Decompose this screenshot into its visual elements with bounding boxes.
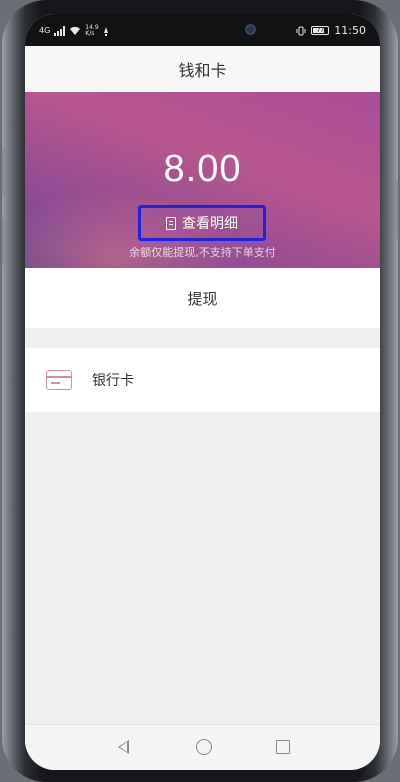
home-circle-icon[interactable] (196, 739, 212, 755)
card-icon (46, 370, 72, 390)
title-bar: 钱和卡 (25, 46, 380, 92)
view-details-label: 查看明细 (182, 216, 238, 232)
notification-icon (103, 26, 108, 36)
document-icon (166, 216, 176, 230)
balance-amount: 8.00 (163, 148, 242, 190)
signal-icon (54, 26, 66, 36)
screen: 4G 14.9 K/s 77 11:50 钱和卡 8.00 查看明细 余额仅能提… (25, 14, 380, 770)
phone-frame: 4G 14.9 K/s 77 11:50 钱和卡 8.00 查看明细 余额仅能提… (2, 0, 398, 782)
wifi-icon (70, 26, 81, 35)
power-button (394, 180, 398, 240)
back-triangle-icon[interactable] (118, 740, 129, 754)
balance-hero: 8.00 查看明细 余额仅能提现,不支持下单支付 (25, 92, 380, 268)
withdraw-label: 提现 (187, 289, 218, 308)
status-bar: 4G 14.9 K/s 77 11:50 (25, 14, 380, 46)
battery-level: 77 (316, 27, 325, 34)
vibrate-icon (296, 26, 306, 35)
recent-square-icon[interactable] (276, 740, 290, 754)
navigation-bar (25, 724, 380, 770)
withdraw-button[interactable]: 提现 (25, 268, 380, 328)
front-camera (245, 24, 256, 35)
bank-card-label: 银行卡 (92, 373, 134, 389)
volume-up-button (2, 148, 6, 196)
status-right: 77 11:50 (296, 24, 366, 37)
status-left: 4G 14.9 K/s (39, 25, 109, 37)
bank-card-item[interactable]: 银行卡 (25, 348, 380, 412)
clock: 11:50 (334, 24, 366, 37)
volume-down-button (2, 218, 6, 266)
balance-hint: 余额仅能提现,不支持下单支付 (129, 246, 276, 259)
network-type: 4G (39, 26, 51, 35)
page-title: 钱和卡 (178, 61, 227, 80)
net-speed: 14.9 K/s (85, 25, 98, 37)
net-speed-unit: K/s (85, 30, 95, 37)
battery-icon: 77 (311, 26, 330, 35)
view-details-button[interactable]: 查看明细 (138, 205, 266, 241)
